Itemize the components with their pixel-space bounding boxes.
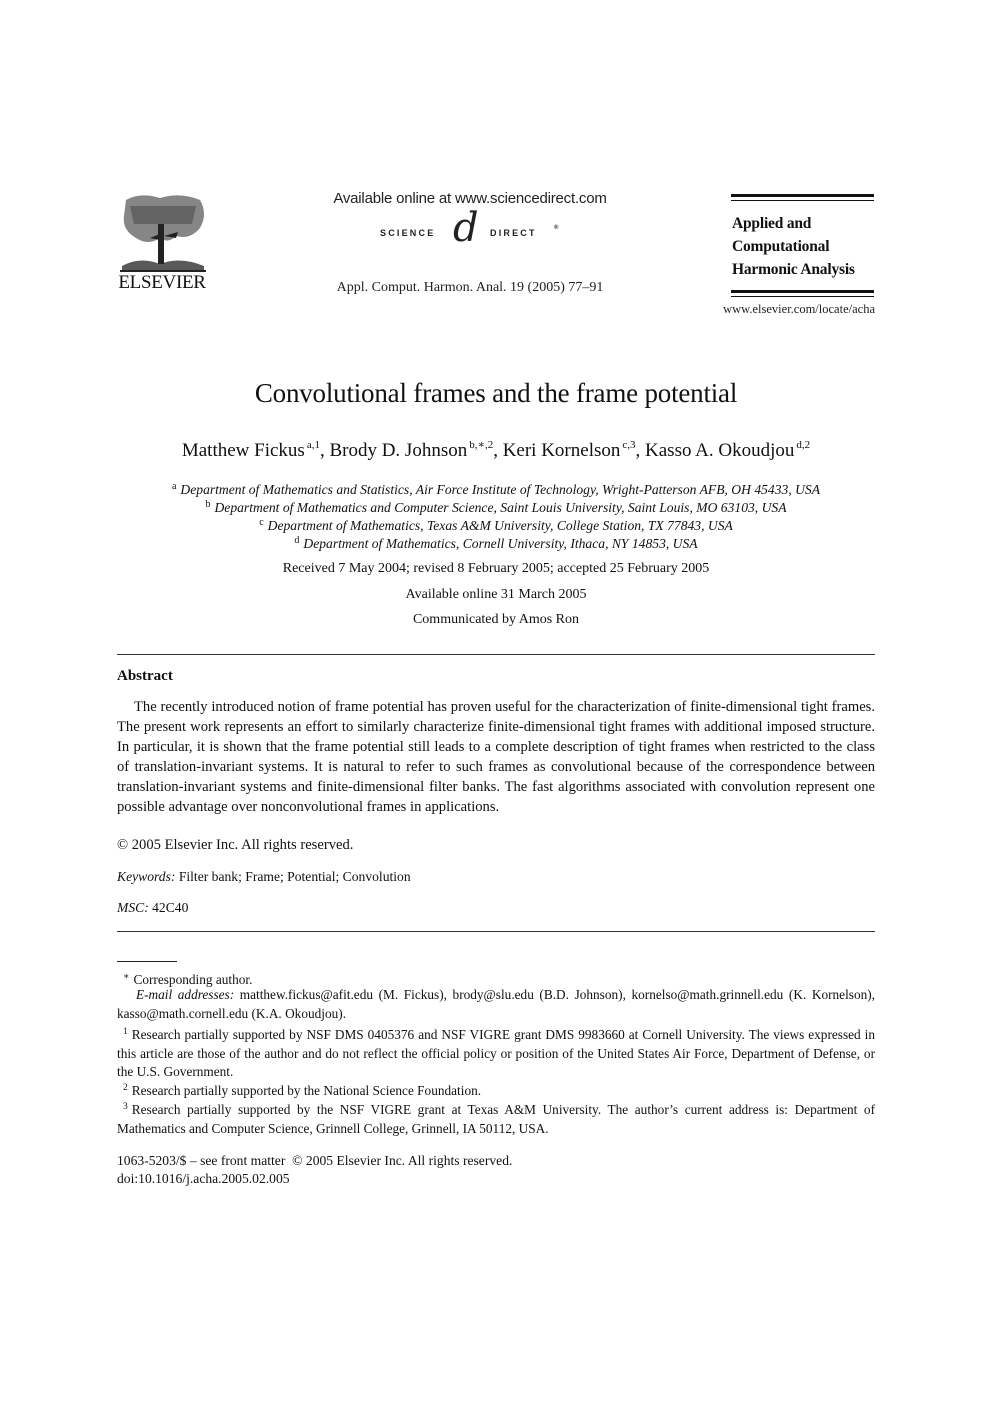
abstract-copyright: © 2005 Elsevier Inc. All rights reserved… xyxy=(117,837,354,853)
divider xyxy=(117,654,875,655)
footnote-text: Research partially supported by NSF DMS … xyxy=(117,1027,875,1079)
msc-label: MSC: xyxy=(117,900,149,915)
footnote-text: Research partially supported by the NSF … xyxy=(117,1102,875,1136)
affiliation: a Department of Mathematics and Statistic… xyxy=(0,481,992,498)
sciencedirect-left-word: SCIENCE xyxy=(380,228,436,238)
keywords-values: Filter bank; Frame; Potential; Convoluti… xyxy=(178,869,411,884)
affiliation-text: Department of Mathematics and Computer S… xyxy=(214,500,787,515)
affiliation-key: d xyxy=(294,535,300,546)
affiliation-key: a xyxy=(171,481,177,492)
article-title: Convolutional frames and the frame poten… xyxy=(254,378,738,408)
affiliation-text: Department of Mathematics, Texas A&M Uni… xyxy=(267,518,733,533)
issn-line: 1063-5203/$ – see front matter © 2005 El… xyxy=(117,1153,513,1168)
journal-title-box: Applied and Computational Harmonic Analy… xyxy=(731,194,874,298)
footnote-text: Research partially supported by the Nati… xyxy=(131,1083,482,1098)
divider xyxy=(117,931,875,932)
author-name[interactable]: Brody D. Johnson xyxy=(329,440,467,461)
author-affiliation-marks[interactable]: b,∗,2 xyxy=(469,439,493,451)
footnote-text: Corresponding author. xyxy=(133,972,253,987)
author-list: Matthew Fickus a,1, Brody D. Johnson b,∗,2… xyxy=(0,438,992,462)
msc-value: 42C40 xyxy=(152,900,189,915)
author-affiliation-marks[interactable]: a,1 xyxy=(307,439,320,451)
abstract-body: The recently introduced notion of frame … xyxy=(117,699,875,815)
keywords-label: Keywords: xyxy=(117,869,176,884)
communicated-by: Communicated by Amos Ron xyxy=(412,612,580,627)
footnote-3: 3 Research partially supported by the NSF… xyxy=(117,1098,875,1138)
sciencedirect-right-word: DIRECT xyxy=(490,228,537,238)
footnote-mark: ∗ xyxy=(123,972,130,982)
affiliation-key: c xyxy=(259,517,264,528)
emails-label: E-mail addresses: xyxy=(136,987,235,1002)
author-name[interactable]: Matthew Fickus xyxy=(182,440,305,461)
msc-classification: MSC: 42C40 xyxy=(117,900,188,916)
journal-citation: Appl. Comput. Harmon. Anal. 19 (2005) 77… xyxy=(336,280,604,295)
sciencedirect-at-icon: d xyxy=(453,205,479,251)
keywords: Keywords: Filter bank; Frame; Potential;… xyxy=(117,869,411,885)
affiliation-key: b xyxy=(205,499,211,510)
journal-title-line: Harmonic Analysis xyxy=(732,261,855,278)
abstract-heading: Abstract xyxy=(117,668,173,684)
received-dates: Received 7 May 2004; revised 8 February … xyxy=(282,561,710,576)
footnote-mark: 1 xyxy=(123,1027,128,1037)
author-separator: , xyxy=(635,440,646,461)
author-affiliation-marks[interactable]: d,2 xyxy=(796,439,810,451)
affiliation-text: Department of Mathematics and Statistics… xyxy=(180,482,821,497)
author-name[interactable]: Kasso A. Okoudjou xyxy=(645,440,794,461)
footnote-1: 1 Research partially supported by NSF DMS… xyxy=(117,1023,875,1082)
author-affiliation-marks[interactable]: c,3 xyxy=(622,439,635,451)
elsevier-tree-icon xyxy=(120,195,206,272)
elsevier-logo: ELSEVIER xyxy=(116,194,208,298)
author-separator: , xyxy=(493,440,503,461)
affiliation: c Department of Mathematics, Texas A&M Un… xyxy=(0,517,992,534)
doi-link[interactable]: doi:10.1016/j.acha.2005.02.005 xyxy=(117,1170,512,1188)
affiliation: d Department of Mathematics, Cornell Univ… xyxy=(0,535,992,552)
footnote-rule xyxy=(117,961,177,962)
divider xyxy=(731,200,874,201)
available-online-date: Available online 31 March 2005 xyxy=(405,587,587,602)
divider xyxy=(731,296,874,297)
journal-title: Applied and Computational Harmonic Analy… xyxy=(732,212,855,281)
journal-title-line: Applied and xyxy=(732,215,812,232)
journal-title-line: Computational xyxy=(732,238,830,255)
author-name[interactable]: Keri Kornelson xyxy=(503,440,621,461)
footnote-emails: E-mail addresses: matthew.fickus@afit.ed… xyxy=(117,986,875,1023)
footnote-mark: 2 xyxy=(123,1083,128,1093)
affiliation-text: Department of Mathematics, Cornell Unive… xyxy=(303,536,698,551)
elsevier-wordmark: ELSEVIER xyxy=(118,272,206,293)
sciencedirect-logo[interactable]: SCIENCE d DIRECT ® xyxy=(340,208,600,254)
registered-mark: ® xyxy=(554,225,559,231)
issn-block: 1063-5203/$ – see front matter © 2005 El… xyxy=(117,1152,512,1188)
journal-url-link[interactable]: www.elsevier.com/locate/acha xyxy=(700,302,875,317)
divider xyxy=(731,290,874,293)
affiliation: b Department of Mathematics and Computer … xyxy=(0,499,992,516)
footnote-mark: 3 xyxy=(123,1102,128,1112)
divider xyxy=(731,194,874,197)
